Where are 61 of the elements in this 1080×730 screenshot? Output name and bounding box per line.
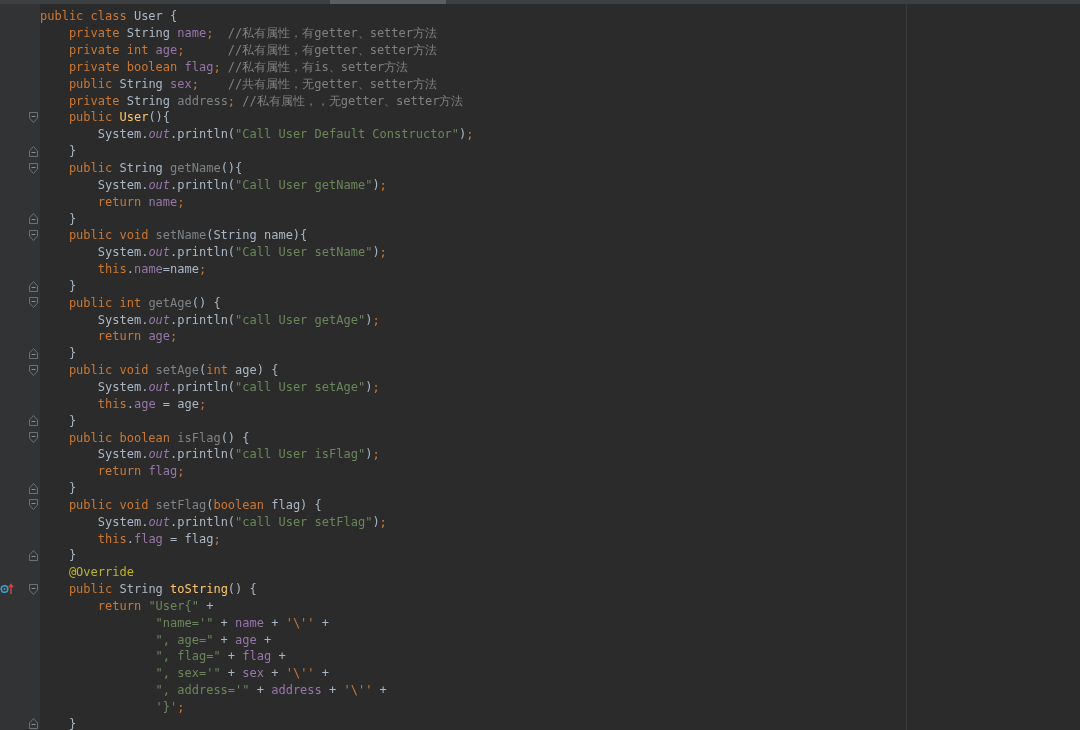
code-line: }: [67, 715, 77, 730]
fold-end-icon[interactable]: [29, 347, 38, 359]
code-line: private String name; //私有属性，有getter、setter方法: [67, 25, 437, 42]
code-line: System.out.println("call User isFlag");: [96, 446, 380, 463]
code-line: return name;: [96, 193, 185, 210]
scrollbar-thumb[interactable]: [330, 0, 446, 4]
code-line: System.out.println("Call User setName");: [96, 244, 387, 261]
code-line: private int age; //私有属性，有getter、setter方法: [67, 42, 437, 59]
code-line: ", flag=" + flag +: [154, 648, 286, 665]
code-line: public User(){: [67, 109, 171, 126]
fold-collapse-icon[interactable]: [29, 112, 38, 124]
fold-end-icon[interactable]: [29, 550, 38, 561]
code-line: return flag;: [96, 463, 185, 480]
code-line: }: [67, 345, 77, 362]
code-line: this.age = age;: [96, 395, 207, 412]
fold-collapse-icon[interactable]: [29, 162, 38, 174]
code-line: @Override: [67, 564, 134, 581]
code-line: System.out.println("Call User getName");: [96, 176, 387, 193]
code-line: public void setName(String name){: [67, 227, 308, 244]
code-line: }: [67, 210, 77, 227]
fold-end-icon[interactable]: [29, 213, 38, 225]
fold-collapse-icon[interactable]: [29, 364, 38, 376]
code-line: public boolean isFlag() {: [67, 429, 250, 446]
code-line: }: [67, 480, 77, 497]
fold-collapse-icon[interactable]: [29, 499, 38, 511]
code-line: public void setFlag(boolean flag) {: [67, 496, 322, 513]
code-line: '}';: [154, 699, 185, 715]
code-line: System.out.println("Call User Default Constructor");: [96, 126, 474, 143]
fold-end-icon[interactable]: [29, 718, 38, 730]
code-line: }: [67, 547, 77, 564]
code-line: System.out.println("call User getAge");: [96, 311, 380, 328]
fold-end-icon[interactable]: [29, 280, 38, 292]
code-line: public void setAge(int age) {: [67, 362, 279, 379]
override-marker-icon[interactable]: [0, 582, 14, 595]
code-line: public class User {: [40, 8, 178, 25]
code-line: "name='" + name + '\'' +: [154, 614, 330, 631]
code-line: public String sex; //共有属性，无getter、setter方法: [67, 75, 438, 92]
code-line: }: [67, 412, 77, 429]
fold-collapse-icon[interactable]: [29, 229, 38, 241]
fold-collapse-icon[interactable]: [29, 432, 38, 444]
fold-collapse-icon[interactable]: [29, 583, 38, 595]
code-line: public int getAge() {: [67, 294, 221, 311]
code-line: System.out.println("call User setFlag");: [96, 513, 387, 530]
code-line: System.out.println("call User setAge");: [96, 379, 380, 395]
fold-end-icon[interactable]: [29, 145, 38, 157]
code-line: }: [67, 277, 77, 294]
fold-collapse-icon[interactable]: [29, 297, 38, 309]
code-line: private String address; //私有属性，，无getter、setter方法: [67, 92, 464, 109]
code-line: }: [67, 143, 77, 160]
code-line: this.flag = flag;: [96, 530, 221, 547]
fold-end-icon[interactable]: [29, 482, 38, 494]
fold-end-icon[interactable]: [29, 415, 38, 427]
code-line: return age;: [96, 328, 178, 345]
code-line: return "User{" +: [96, 597, 214, 614]
code-line: private boolean flag; //私有属性，有is、setter方法: [67, 58, 409, 75]
code-line: this.name=name;: [96, 261, 207, 278]
code-line: ", address='" + address + '\'' +: [154, 682, 387, 699]
code-line: ", sex='" + sex + '\'' +: [154, 665, 330, 682]
code-line: public String getName(){: [67, 160, 243, 176]
code-line: ", age=" + age +: [154, 631, 272, 648]
code-line: public String toString() {: [67, 581, 257, 598]
